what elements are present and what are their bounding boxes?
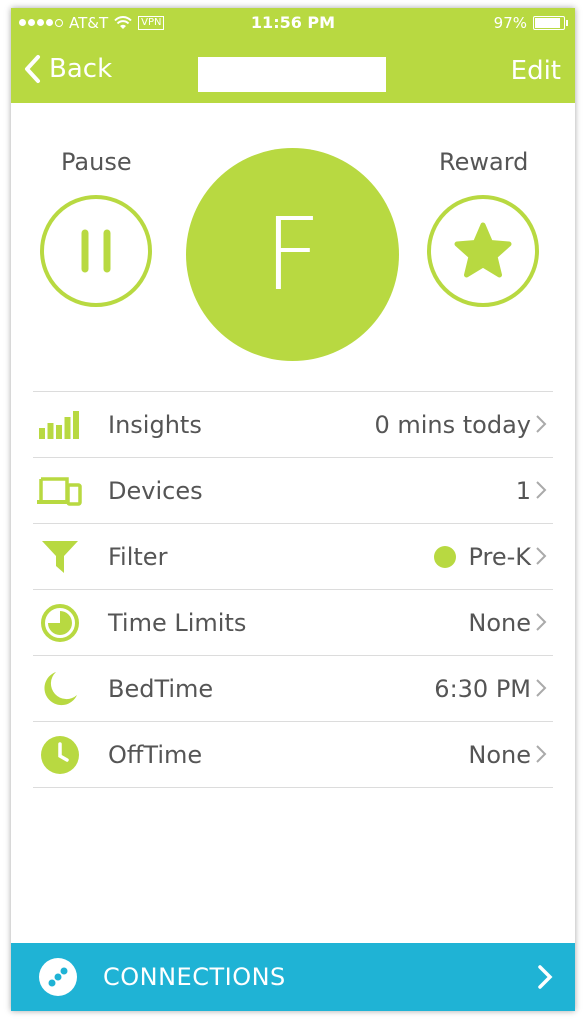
row-value: 0 mins today bbox=[374, 410, 531, 439]
row-devices[interactable]: Devices 1 bbox=[33, 458, 553, 524]
connections-bar[interactable]: CONNECTIONS bbox=[11, 943, 575, 1011]
chevron-right-icon bbox=[536, 679, 547, 697]
row-label: Insights bbox=[108, 410, 202, 439]
status-bar: AT&T VPN 11:56 PM 97% bbox=[11, 8, 575, 38]
reward-button[interactable] bbox=[427, 195, 539, 307]
pause-label: Pause bbox=[61, 148, 132, 176]
app-screen: AT&T VPN 11:56 PM 97% Back Edit Pause F … bbox=[11, 8, 575, 1011]
top-bar: AT&T VPN 11:56 PM 97% Back Edit bbox=[11, 8, 575, 103]
bar-chart-icon bbox=[36, 405, 84, 445]
battery-percent: 97% bbox=[493, 14, 527, 32]
row-value: 6:30 PM bbox=[434, 674, 531, 703]
nav-bar: Back Edit bbox=[11, 50, 575, 95]
funnel-icon bbox=[36, 537, 84, 577]
chevron-right-icon bbox=[536, 745, 547, 763]
row-label: Devices bbox=[108, 476, 203, 505]
row-value: None bbox=[468, 608, 531, 637]
row-label: OffTime bbox=[108, 740, 203, 769]
chevron-right-icon bbox=[536, 547, 547, 565]
connections-dots-icon bbox=[39, 958, 77, 996]
row-bedtime[interactable]: BedTime 6:30 PM bbox=[33, 656, 553, 722]
title-redacted-box bbox=[198, 57, 386, 92]
back-button[interactable]: Back bbox=[23, 54, 112, 84]
star-icon bbox=[454, 222, 512, 278]
row-label: Time Limits bbox=[108, 608, 247, 637]
row-label: BedTime bbox=[108, 674, 214, 703]
moon-icon bbox=[36, 669, 84, 709]
back-chevron-icon bbox=[25, 55, 40, 83]
row-value: None bbox=[468, 740, 531, 769]
battery-icon bbox=[533, 16, 568, 30]
connections-label: CONNECTIONS bbox=[103, 963, 286, 991]
filter-value: Pre-K bbox=[468, 542, 531, 571]
profile-avatar[interactable]: F bbox=[186, 148, 399, 361]
row-filter[interactable]: Filter Pre-K bbox=[33, 524, 553, 590]
settings-list: Insights 0 mins today Devices 1 Filter P… bbox=[33, 391, 553, 788]
pie-clock-icon bbox=[36, 603, 84, 643]
chevron-right-icon bbox=[538, 965, 553, 989]
back-label: Back bbox=[49, 54, 113, 84]
status-right: 97% bbox=[493, 14, 568, 32]
profile-controls: Pause F Reward bbox=[11, 103, 575, 391]
status-time: 11:56 PM bbox=[250, 13, 336, 32]
row-value: Pre-K bbox=[434, 543, 531, 571]
row-insights[interactable]: Insights 0 mins today bbox=[33, 392, 553, 458]
chevron-right-icon bbox=[536, 415, 547, 433]
devices-icon bbox=[36, 471, 84, 511]
clock-icon bbox=[36, 735, 84, 775]
row-label: Filter bbox=[108, 542, 168, 571]
pause-button[interactable] bbox=[40, 195, 152, 307]
chevron-right-icon bbox=[536, 613, 547, 631]
profile-initial: F bbox=[263, 196, 322, 313]
row-offtime[interactable]: OffTime None bbox=[33, 722, 553, 788]
edit-button[interactable]: Edit bbox=[511, 56, 561, 86]
reward-label: Reward bbox=[439, 148, 529, 176]
chevron-right-icon bbox=[536, 481, 547, 499]
filter-level-dot bbox=[434, 545, 457, 568]
pause-icon bbox=[81, 229, 111, 273]
row-time-limits[interactable]: Time Limits None bbox=[33, 590, 553, 656]
row-value: 1 bbox=[515, 476, 531, 505]
